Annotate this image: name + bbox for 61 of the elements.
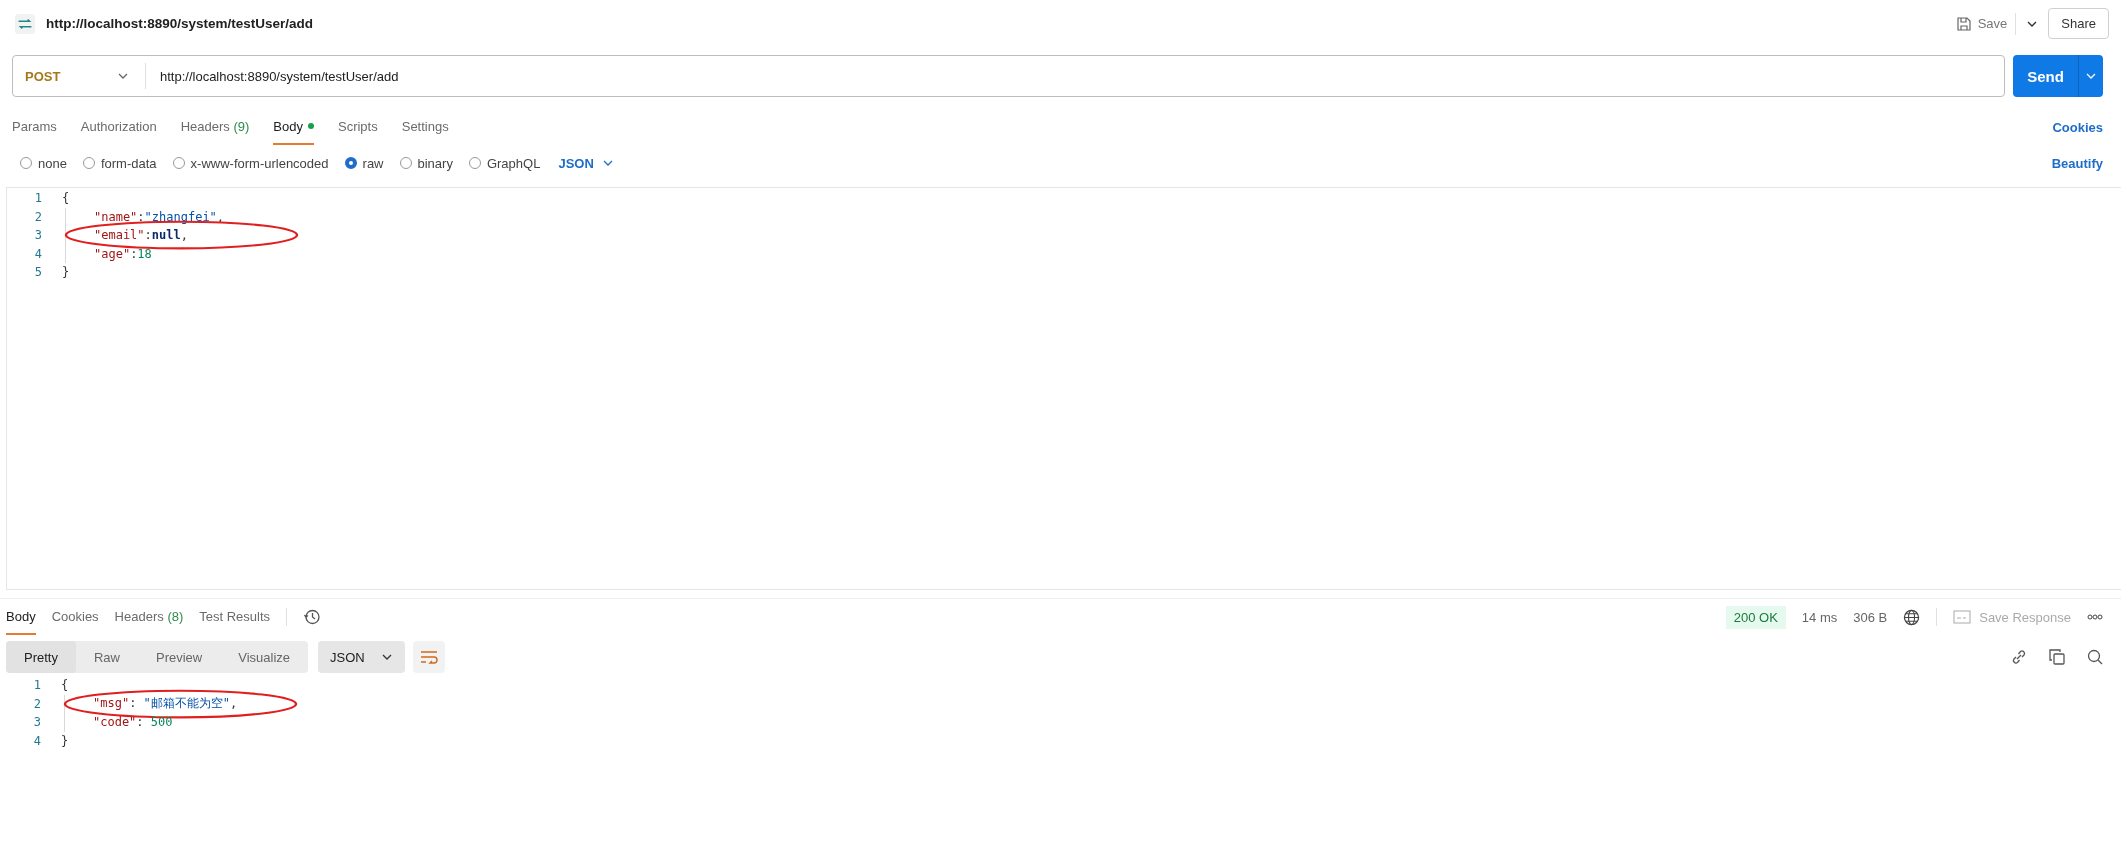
view-mode-tab[interactable]: Pretty: [6, 641, 76, 673]
view-mode-tab[interactable]: Raw: [75, 641, 138, 673]
body-type-radio[interactable]: raw: [344, 155, 384, 171]
response-size: 306 B: [1853, 609, 1888, 625]
request-tab[interactable]: Headers (9): [180, 109, 250, 145]
wrap-icon: [419, 650, 438, 664]
share-button[interactable]: Share: [2048, 8, 2109, 39]
body-type-radio[interactable]: x-www-form-urlencoded: [172, 155, 329, 171]
url-bar[interactable]: POST http://localhost:8890/system/testUser/add: [12, 55, 2005, 97]
body-type-radio[interactable]: none: [20, 155, 67, 171]
line-number: 2: [33, 209, 43, 224]
body-type-radio[interactable]: form-data: [82, 155, 157, 171]
save-button[interactable]: Save: [1955, 12, 2017, 35]
line-number: 5: [33, 265, 43, 280]
more-icon[interactable]: [2087, 614, 2103, 620]
code-line: "email":null,: [94, 228, 188, 243]
response-tab[interactable]: Headers (8): [114, 599, 184, 635]
line-number: 3: [33, 228, 43, 243]
save-icon: [1955, 15, 1972, 32]
body-type-radio[interactable]: binary: [399, 155, 453, 171]
body-type-radio[interactable]: GraphQL: [468, 155, 541, 171]
line-number: 2: [32, 696, 42, 711]
response-tab[interactable]: Body: [6, 599, 36, 635]
cookies-link[interactable]: Cookies: [2052, 109, 2103, 145]
status-badge: 200 OK: [1725, 605, 1786, 629]
code-line: "code": 500: [93, 715, 173, 730]
request-title: http://localhost:8890/system/testUser/add: [46, 16, 314, 31]
response-tab[interactable]: Cookies: [51, 599, 99, 635]
response-tab[interactable]: Test Results: [199, 599, 271, 635]
response-time: 14 ms: [1801, 609, 1838, 625]
code-line: {: [61, 678, 69, 693]
request-tab[interactable]: Scripts: [338, 109, 378, 145]
line-number: 1: [33, 191, 43, 206]
line-number: 4: [32, 733, 42, 748]
request-tab[interactable]: Body: [273, 109, 314, 145]
request-tab[interactable]: Params: [12, 109, 57, 145]
code-line: }: [62, 265, 70, 280]
method-dropdown[interactable]: POST: [13, 63, 146, 89]
url-field[interactable]: http://localhost:8890/system/testUser/add: [146, 68, 399, 84]
wrap-lines-button[interactable]: [412, 641, 445, 673]
request-tab[interactable]: Settings: [401, 109, 449, 145]
request-body-editor[interactable]: 1 { 2 "name":"zhangfei", 3 "email":null, 4 "age":18 5 }: [6, 187, 2121, 590]
line-number: 4: [33, 246, 43, 261]
code-line: {: [62, 191, 70, 206]
link-icon[interactable]: [2011, 649, 2027, 665]
line-number: 1: [32, 678, 42, 693]
line-number: 3: [32, 715, 42, 730]
code-line: }: [61, 733, 69, 748]
search-icon[interactable]: [2087, 649, 2103, 665]
globe-icon[interactable]: [1903, 608, 1921, 626]
request-tab[interactable]: Authorization: [80, 109, 157, 145]
language-dropdown[interactable]: JSON: [558, 155, 614, 171]
response-language-dropdown[interactable]: JSON: [318, 641, 405, 673]
code-line: "msg": "邮箱不能为空",: [93, 695, 238, 713]
copy-icon[interactable]: [2049, 649, 2065, 665]
view-mode-tab[interactable]: Visualize: [220, 641, 309, 673]
history-icon[interactable]: [303, 608, 322, 626]
view-mode-tab[interactable]: Preview: [138, 641, 221, 673]
code-line: "name":"zhangfei",: [94, 209, 225, 224]
beautify-link[interactable]: Beautify: [2051, 155, 2103, 171]
code-line: "age":18: [94, 246, 152, 261]
